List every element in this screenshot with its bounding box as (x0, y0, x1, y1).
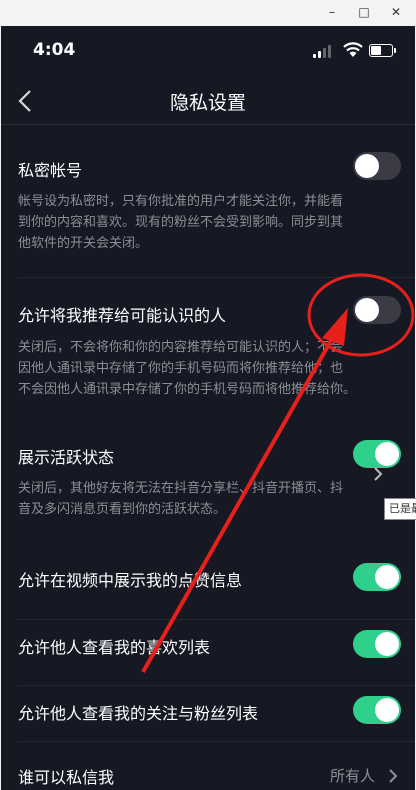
setting-likes-list-visibility: 允许他人查看我的喜欢列表 (1, 620, 415, 686)
setting-label: 展示活跃状态 (18, 448, 115, 467)
private-account-toggle[interactable] (353, 152, 401, 180)
setting-label: 谁可以私信我 (18, 768, 115, 787)
setting-value: 所有人 (329, 767, 375, 785)
setting-description: 帐号设为私密时，只有你批准的用户才能关注你，并能看 到你的内容和喜欢。现有的粉丝… (18, 194, 344, 251)
window-titlebar: – □ ✕ (0, 0, 416, 26)
setting-description: 关闭后，不会将你和你的内容推荐给可能认识的人；不会 因他人通讯录中存储了你的手机… (18, 340, 357, 397)
chevron-right-icon (374, 467, 383, 481)
setting-who-can-message[interactable]: 谁可以私信我 所有人 (1, 742, 415, 790)
setting-label: 私密帐号 (18, 161, 83, 180)
nav-bar: 隐私设置 (1, 78, 415, 124)
minimize-icon[interactable]: – (324, 4, 340, 20)
likes-list-toggle[interactable] (353, 630, 401, 658)
wifi-icon (343, 42, 363, 57)
maximize-icon[interactable]: □ (356, 4, 372, 20)
tooltip: 已是最 (384, 498, 416, 520)
show-likes-toggle[interactable] (353, 563, 401, 591)
page-title: 隐私设置 (169, 92, 246, 114)
setting-description: 关闭后，其他好友将无法在抖音分享栏、抖音开播页、抖 音及多闪消息页看到你的活跃状… (18, 481, 344, 517)
status-time: 4:04 (33, 40, 76, 60)
setting-label: 允许他人查看我的喜欢列表 (18, 638, 211, 657)
setting-label: 允许将我推荐给可能认识的人 (18, 306, 227, 325)
setting-recommend-to-contacts: 允许将我推荐给可能认识的人 关闭后，不会将你和你的内容推荐给可能认识的人；不会 … (1, 278, 415, 428)
recommend-toggle[interactable] (353, 296, 401, 324)
chevron-right-icon (389, 769, 398, 783)
signal-icon (313, 44, 333, 58)
active-status-toggle[interactable] (353, 440, 401, 468)
setting-show-likes-in-video: 允许在视频中展示我的点赞信息 (1, 554, 415, 620)
setting-follow-list-visibility: 允许他人查看我的关注与粉丝列表 (1, 686, 415, 742)
setting-private-account: 私密帐号 帐号设为私密时，只有你批准的用户才能关注你，并能看 到你的内容和喜欢。… (1, 125, 415, 301)
setting-active-status: 展示活跃状态 关闭后，其他好友将无法在抖音分享栏、抖音开播页、抖 音及多闪消息页… (1, 434, 415, 554)
follow-list-toggle[interactable] (353, 696, 401, 724)
setting-label: 允许在视频中展示我的点赞信息 (18, 571, 243, 590)
status-icons (297, 42, 397, 60)
setting-label: 允许他人查看我的关注与粉丝列表 (18, 704, 259, 723)
battery-icon (369, 44, 396, 57)
close-icon[interactable]: ✕ (388, 4, 404, 20)
phone-screen: 4:04 隐私设置 私密帐号 帐号设为私密时，只有你批准的用户才能关注你，并能看… (1, 26, 415, 790)
